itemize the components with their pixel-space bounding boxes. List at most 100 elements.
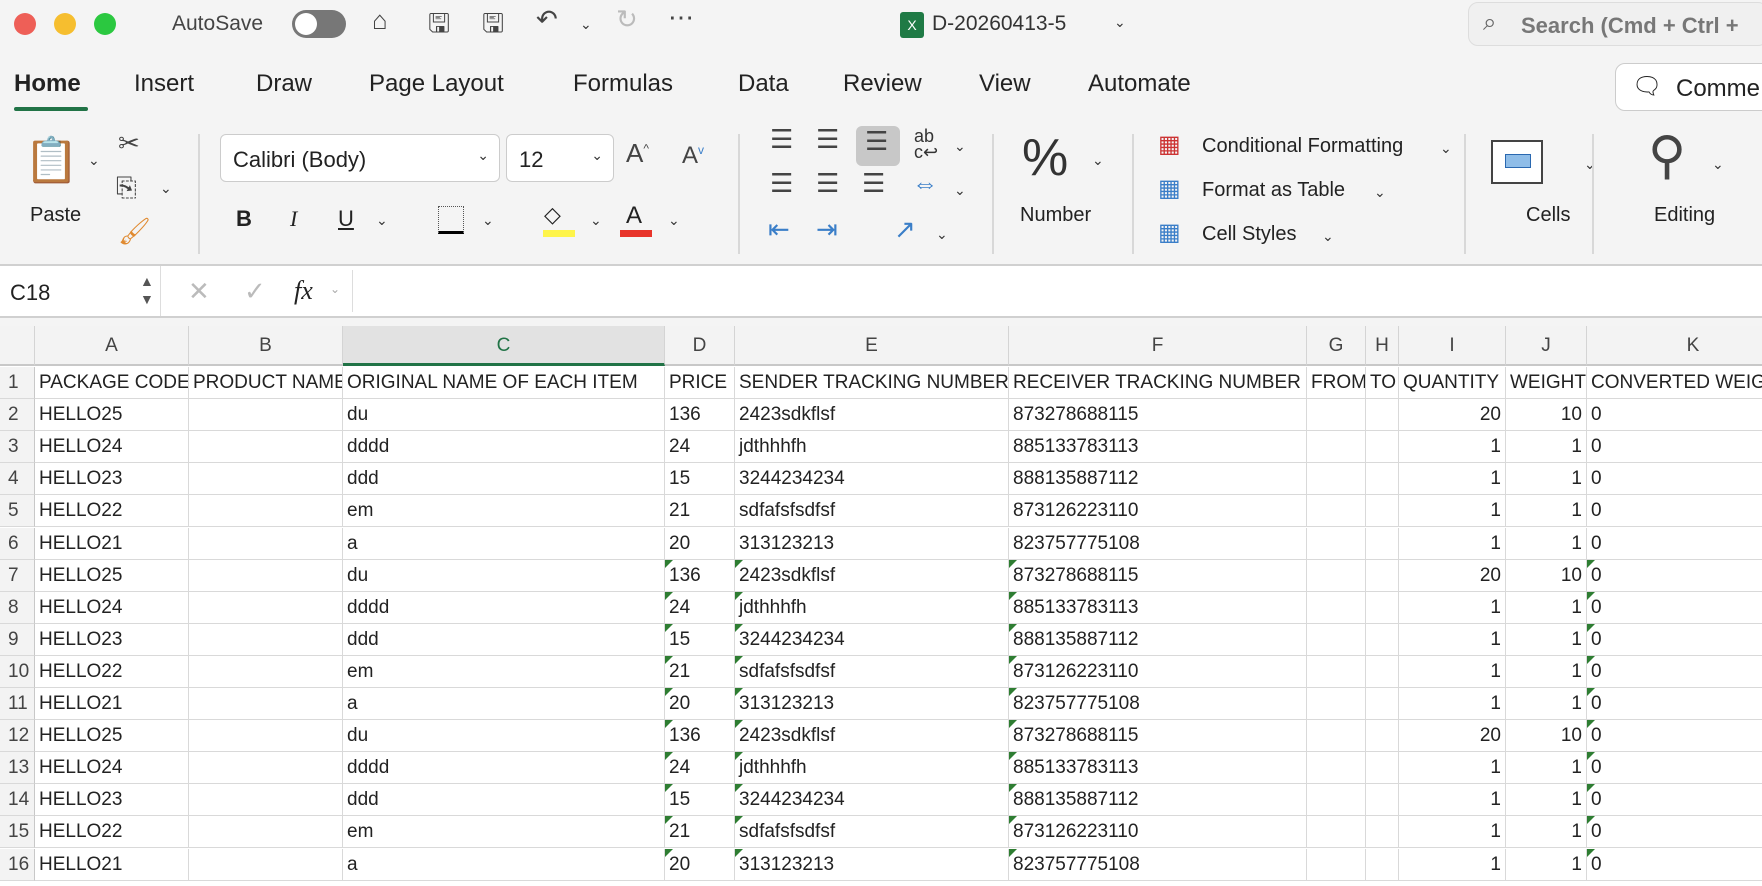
cell-I13[interactable]: 1	[1399, 752, 1506, 785]
row-header[interactable]: 2	[0, 399, 35, 432]
cell-H15[interactable]	[1366, 816, 1399, 849]
cell-C14[interactable]: ddd	[343, 784, 665, 817]
cell-C6[interactable]: a	[343, 527, 665, 560]
borders-icon[interactable]	[438, 206, 464, 234]
row-header[interactable]: 9	[0, 623, 35, 656]
cell-F12[interactable]: 873278688115	[1009, 720, 1307, 753]
cell-B2[interactable]	[189, 399, 343, 432]
autosave-toggle[interactable]	[292, 10, 346, 38]
cell-A2[interactable]: HELLO25	[35, 399, 189, 432]
column-header-I[interactable]: I	[1399, 326, 1506, 366]
italic-button[interactable]: I	[290, 206, 297, 232]
cell-I12[interactable]: 20	[1399, 720, 1506, 753]
cell-K6[interactable]: 0	[1587, 528, 1762, 560]
cell-B13[interactable]	[189, 752, 343, 785]
increase-indent-icon[interactable]: ⇥	[816, 214, 838, 245]
cell-E2[interactable]: 2423sdkflsf	[735, 399, 1009, 432]
cell-D7[interactable]: 136	[665, 559, 735, 592]
cut-icon[interactable]: ✂	[118, 128, 140, 159]
cell-A15[interactable]: HELLO22	[35, 816, 189, 849]
close-window-button[interactable]	[14, 13, 36, 35]
align-center-icon[interactable]: ☰	[816, 168, 839, 199]
cell-A12[interactable]: HELLO25	[35, 720, 189, 753]
tab-view[interactable]: View	[979, 70, 1031, 98]
cell-H11[interactable]	[1366, 688, 1399, 720]
cell-H5[interactable]	[1366, 495, 1399, 528]
format-as-table-button[interactable]: Format as Table	[1202, 179, 1345, 202]
cell-J15[interactable]: 1	[1506, 816, 1587, 849]
cell-H16[interactable]	[1366, 848, 1399, 881]
tab-insert[interactable]: Insert	[134, 70, 194, 98]
cell-H9[interactable]	[1366, 623, 1399, 656]
row-header[interactable]: 4	[0, 463, 35, 496]
cond-fmt-dropdown-icon[interactable]: ⌄	[1440, 140, 1452, 157]
cell-A1[interactable]: PACKAGE CODE	[35, 367, 189, 399]
cell-D16[interactable]: 20	[665, 848, 735, 881]
cell-D4[interactable]: 15	[665, 463, 735, 496]
cell-E11[interactable]: 313123213	[735, 688, 1009, 720]
cell-F7[interactable]: 873278688115	[1009, 559, 1307, 592]
cell-C5[interactable]: em	[343, 495, 665, 528]
cell-K14[interactable]: 0	[1587, 784, 1762, 817]
cell-K11[interactable]: 0	[1587, 688, 1762, 720]
cell-B12[interactable]	[189, 720, 343, 753]
percent-icon[interactable]: %	[1022, 128, 1068, 188]
cell-E15[interactable]: sdfafsfsdfsf	[735, 816, 1009, 849]
cell-F16[interactable]: 823757775108	[1009, 848, 1307, 881]
cell-E10[interactable]: sdfafsfsdfsf	[735, 655, 1009, 688]
cell-K16[interactable]: 0	[1587, 848, 1762, 881]
cell-E16[interactable]: 313123213	[735, 848, 1009, 881]
cell-K2[interactable]: 0	[1587, 399, 1762, 432]
row-header[interactable]: 15	[0, 816, 35, 849]
column-header-F[interactable]: F	[1009, 326, 1307, 366]
cell-J8[interactable]: 1	[1506, 591, 1587, 624]
select-all-corner[interactable]	[0, 326, 35, 366]
column-header-J[interactable]: J	[1506, 326, 1587, 366]
formula-input[interactable]	[352, 270, 1762, 312]
cell-C1[interactable]: ORIGINAL NAME OF EACH ITEM	[343, 367, 665, 399]
editing-dropdown-icon[interactable]: ⌄	[1712, 156, 1724, 173]
cell-J6[interactable]: 1	[1506, 527, 1587, 560]
cell-D13[interactable]: 24	[665, 752, 735, 785]
cell-E8[interactable]: jdthhhfh	[735, 591, 1009, 624]
cell-styles-button[interactable]: Cell Styles	[1202, 223, 1296, 246]
cell-F15[interactable]: 873126223110	[1009, 816, 1307, 849]
font-name-select[interactable]: Calibri (Body) ⌄	[220, 134, 500, 182]
cell-F14[interactable]: 888135887112	[1009, 784, 1307, 817]
cell-G5[interactable]	[1307, 495, 1366, 528]
cell-A8[interactable]: HELLO24	[35, 591, 189, 624]
cell-J13[interactable]: 1	[1506, 752, 1587, 785]
cell-I4[interactable]: 1	[1399, 463, 1506, 496]
cell-K3[interactable]: 0	[1587, 431, 1762, 464]
column-header-D[interactable]: D	[665, 326, 735, 366]
row-header[interactable]: 5	[0, 495, 35, 528]
cells-icon[interactable]	[1491, 140, 1543, 184]
cell-K4[interactable]: 0	[1587, 463, 1762, 496]
cell-I6[interactable]: 1	[1399, 527, 1506, 560]
copy-icon[interactable]: ⎘	[116, 172, 137, 204]
cell-K5[interactable]: 0	[1587, 495, 1762, 528]
cell-F13[interactable]: 885133783113	[1009, 752, 1307, 785]
cell-J16[interactable]: 1	[1506, 848, 1587, 881]
cell-J5[interactable]: 1	[1506, 495, 1587, 528]
cell-I9[interactable]: 1	[1399, 623, 1506, 656]
cell-D6[interactable]: 20	[665, 527, 735, 560]
cell-I3[interactable]: 1	[1399, 431, 1506, 464]
cell-A5[interactable]: HELLO22	[35, 495, 189, 528]
column-header-B[interactable]: B	[189, 326, 343, 366]
cell-F5[interactable]: 873126223110	[1009, 495, 1307, 528]
cell-H2[interactable]	[1366, 399, 1399, 432]
conditional-formatting-icon[interactable]: ▦	[1158, 130, 1181, 159]
cell-J4[interactable]: 1	[1506, 463, 1587, 496]
cell-E6[interactable]: 313123213	[735, 527, 1009, 560]
cell-B16[interactable]	[189, 848, 343, 881]
cell-H14[interactable]	[1366, 784, 1399, 817]
row-header[interactable]: 10	[0, 655, 35, 688]
maximize-window-button[interactable]	[94, 13, 116, 35]
cell-B14[interactable]	[189, 784, 343, 817]
cell-I7[interactable]: 20	[1399, 559, 1506, 592]
font-color-icon[interactable]: A	[626, 202, 642, 230]
cancel-icon[interactable]: ✕	[188, 276, 210, 307]
cell-A3[interactable]: HELLO24	[35, 431, 189, 464]
cell-I14[interactable]: 1	[1399, 784, 1506, 817]
